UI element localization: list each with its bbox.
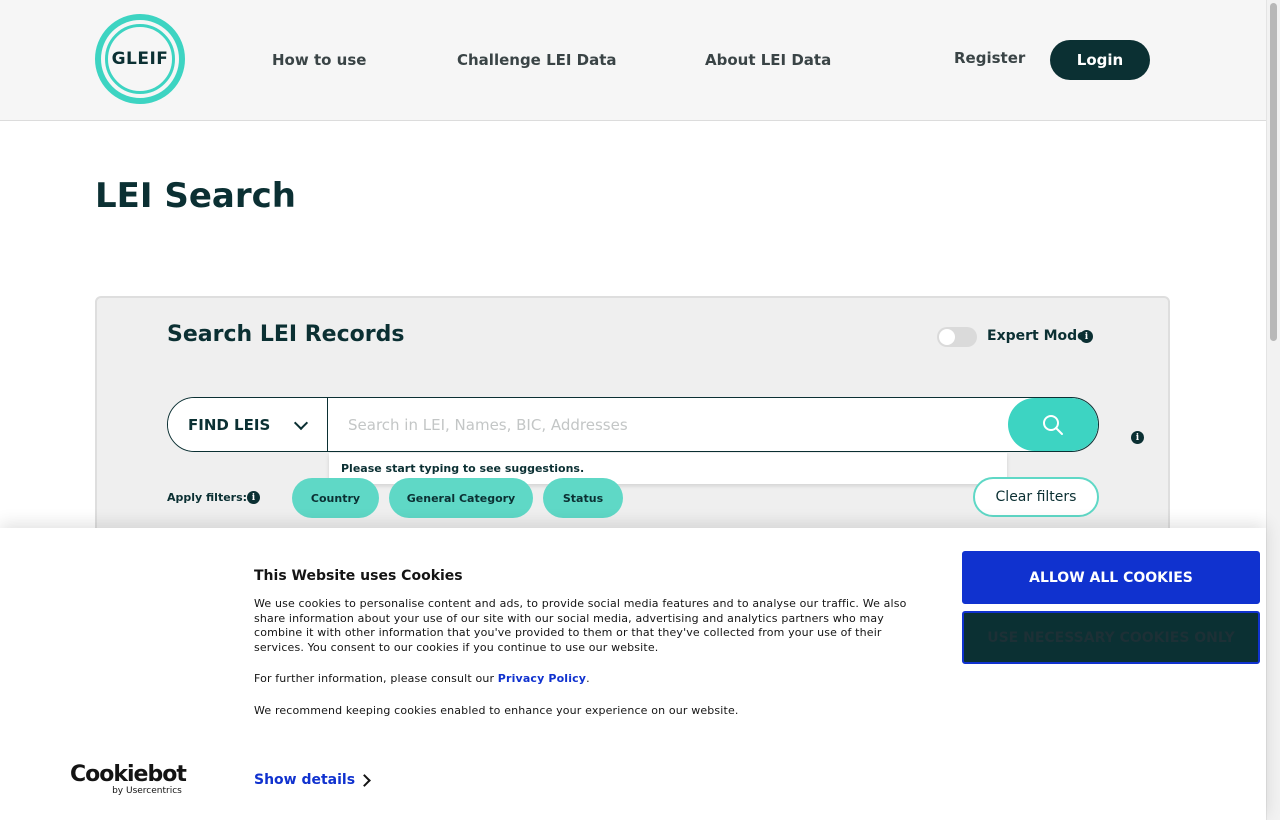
search-bar: FIND LEIS bbox=[167, 397, 1099, 452]
page-scrollbar[interactable] bbox=[1266, 0, 1280, 820]
search-info-icon[interactable]: i bbox=[1131, 431, 1144, 444]
register-link[interactable]: Register bbox=[954, 49, 1025, 67]
cookie-description: We use cookies to personalise content an… bbox=[254, 597, 907, 654]
gleif-logo[interactable]: GLEIF bbox=[95, 14, 185, 104]
page-title: LEI Search bbox=[95, 176, 296, 216]
scrollbar-thumb[interactable] bbox=[1270, 3, 1277, 341]
nav-challenge-lei-data[interactable]: Challenge LEI Data bbox=[457, 51, 617, 69]
show-details-link[interactable]: Show details bbox=[254, 772, 355, 788]
further-info-prefix: For further information, please consult … bbox=[254, 672, 498, 685]
expert-mode-info-icon[interactable]: i bbox=[1080, 330, 1093, 343]
search-button[interactable] bbox=[1008, 398, 1098, 451]
nav-how-to-use[interactable]: How to use bbox=[272, 51, 366, 69]
expert-mode-label: Expert Mode bbox=[987, 328, 1087, 344]
expert-mode-toggle[interactable] bbox=[937, 327, 977, 347]
cookiebot-brand: Cookiebot bbox=[70, 762, 187, 787]
further-info-suffix: . bbox=[586, 672, 590, 685]
cookie-further-info: For further information, please consult … bbox=[254, 672, 934, 687]
cookie-banner: This Website uses Cookies We use cookies… bbox=[0, 528, 1266, 820]
toggle-knob bbox=[939, 329, 955, 345]
clear-filters-button[interactable]: Clear filters bbox=[973, 477, 1099, 517]
necessary-cookies-button[interactable]: USE NECESSARY COOKIES ONLY bbox=[962, 611, 1260, 664]
apply-filters-label: Apply filters: bbox=[167, 491, 248, 504]
cookie-recommendation: We recommend keeping cookies enabled to … bbox=[254, 704, 739, 717]
cookiebot-sub: by Usercentrics bbox=[112, 786, 182, 796]
chevron-right-icon[interactable] bbox=[358, 774, 371, 787]
nav-about-lei-data[interactable]: About LEI Data bbox=[705, 51, 831, 69]
logo-text: GLEIF bbox=[111, 49, 169, 69]
privacy-policy-link[interactable]: Privacy Policy bbox=[498, 672, 586, 685]
chevron-down-icon bbox=[293, 415, 309, 431]
filter-country[interactable]: Country bbox=[292, 478, 379, 518]
site-header: GLEIF How to use Challenge LEI Data Abou… bbox=[0, 0, 1266, 121]
allow-all-cookies-button[interactable]: ALLOW ALL COOKIES bbox=[962, 551, 1260, 604]
cookiebot-logo[interactable]: Cookiebot by Usercentrics bbox=[70, 762, 187, 797]
search-input[interactable] bbox=[328, 398, 1008, 451]
find-type-value: FIND LEIS bbox=[188, 415, 271, 434]
filters-info-icon[interactable]: i bbox=[247, 491, 260, 504]
search-icon bbox=[1043, 415, 1063, 435]
search-panel-title: Search LEI Records bbox=[167, 322, 405, 347]
filter-general-category[interactable]: General Category bbox=[389, 478, 533, 518]
find-type-select[interactable]: FIND LEIS bbox=[168, 398, 328, 451]
cookie-title: This Website uses Cookies bbox=[254, 568, 463, 584]
login-button[interactable]: Login bbox=[1050, 40, 1150, 80]
filter-status[interactable]: Status bbox=[543, 478, 623, 518]
